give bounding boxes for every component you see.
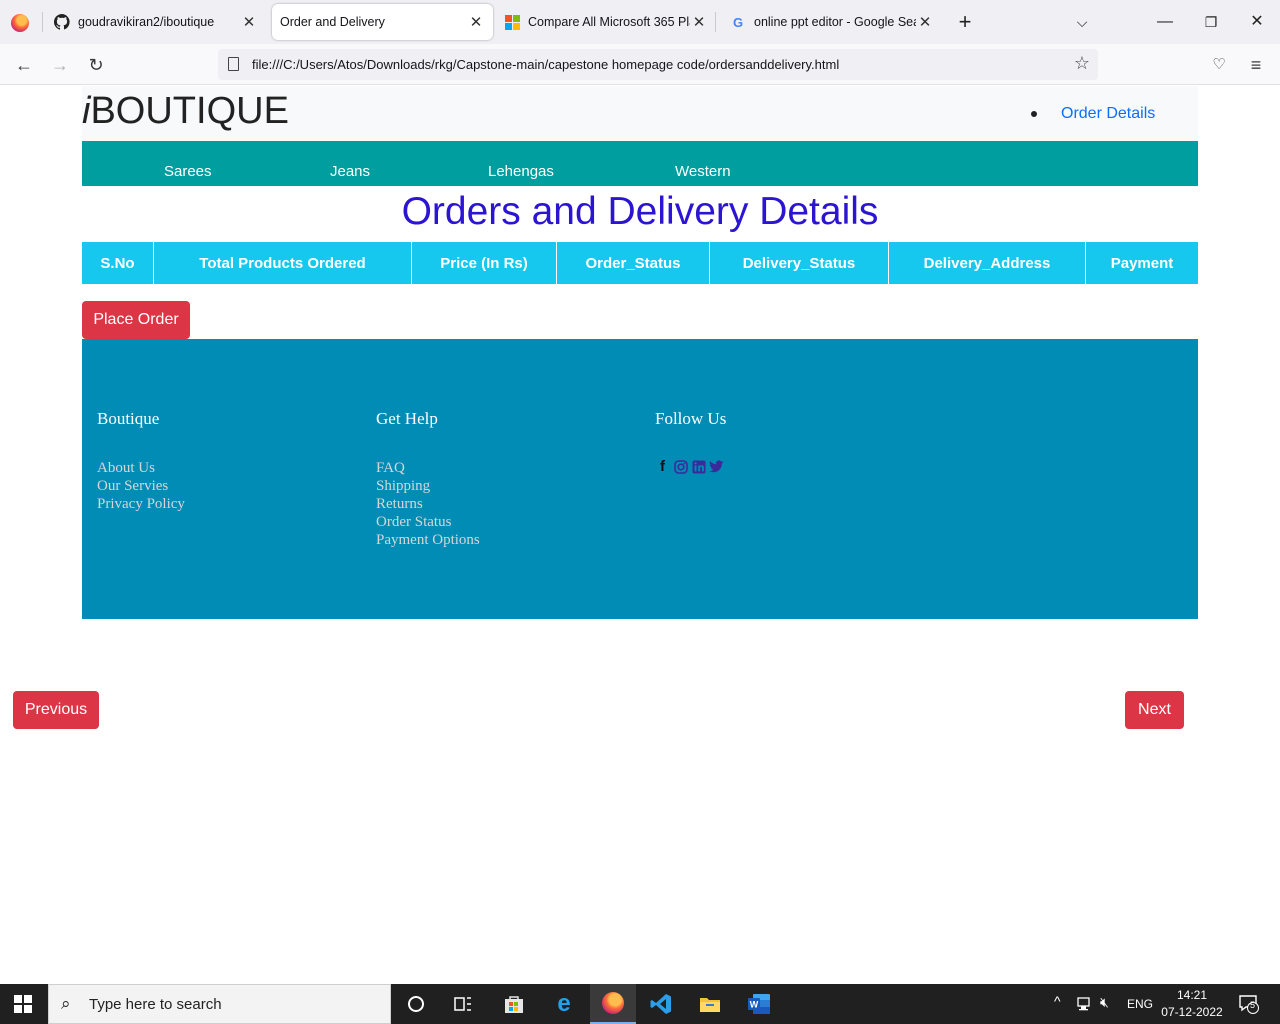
tab-microsoft[interactable]: Compare All Microsoft 365 Plans ✕	[500, 4, 712, 40]
close-window-icon[interactable]: ✕	[1242, 8, 1272, 36]
footer-heading: Boutique	[97, 409, 160, 428]
facebook-icon[interactable]: f	[655, 458, 670, 475]
word-icon[interactable]: W	[736, 984, 782, 1024]
footer-boutique-column: Boutique About Us Our Servies Privacy Po…	[97, 409, 185, 513]
order-details-link[interactable]: Order Details	[1061, 105, 1155, 123]
microsoft-icon	[504, 14, 520, 30]
tab-github[interactable]: goudravikiran2/iboutique ✕	[48, 4, 264, 40]
reload-icon[interactable]: ↻	[84, 53, 108, 77]
next-button[interactable]: Next	[1125, 691, 1184, 729]
notification-center-icon[interactable]: 5	[1238, 994, 1260, 1017]
back-icon[interactable]: ←	[12, 53, 36, 77]
footer-link-about-us[interactable]: About Us	[97, 459, 185, 477]
tab-order-and-delivery[interactable]: Order and Delivery ✕	[272, 4, 493, 40]
tab-title: goudravikiran2/iboutique	[78, 15, 215, 29]
web-page: iBOUTIQUE Order Details Sarees Jeans Leh…	[0, 86, 1280, 984]
twitter-icon[interactable]	[709, 459, 724, 474]
firefox-taskbar-icon[interactable]	[590, 984, 636, 1024]
vscode-icon[interactable]	[638, 984, 684, 1024]
tab-separator	[715, 12, 716, 32]
column-header: Payment	[1110, 254, 1174, 272]
network-icon[interactable]	[1076, 996, 1094, 1015]
microsoft-store-icon[interactable]	[491, 984, 537, 1024]
category-lehengas[interactable]: Lehengas	[488, 163, 554, 180]
column-header: S.No	[82, 242, 154, 284]
footer-link-order-status[interactable]: Order Status	[376, 513, 480, 531]
footer-follow-column: Follow Us f	[655, 409, 727, 475]
column-header: Order_Status	[557, 242, 710, 284]
footer-heading: Get Help	[376, 409, 438, 428]
search-icon: ⌕	[61, 994, 71, 1013]
bookmark-star-icon[interactable]: ☆	[1074, 53, 1090, 74]
google-icon: G	[732, 14, 744, 30]
footer-link-payment-options[interactable]: Payment Options	[376, 531, 480, 549]
category-western[interactable]: Western	[675, 163, 731, 180]
svg-text:W: W	[750, 1000, 759, 1010]
clock-date: 07-12-2022	[1161, 1005, 1223, 1019]
list-tabs-icon[interactable]: ⌵	[1067, 8, 1097, 36]
address-bar[interactable]: file:///C:/Users/Atos/Downloads/rkg/Caps…	[218, 49, 1098, 80]
tab-title: Compare All Microsoft 365 Plans	[528, 15, 690, 29]
taskbar-search-box[interactable]: ⌕ Type here to search	[48, 984, 391, 1024]
footer-heading: Follow Us	[655, 409, 727, 428]
pocket-icon[interactable]: ♡	[1207, 53, 1231, 77]
list-bullet	[1031, 111, 1037, 117]
previous-button[interactable]: Previous	[13, 691, 99, 729]
site-footer: Boutique About Us Our Servies Privacy Po…	[82, 339, 1198, 619]
firefox-icon[interactable]	[11, 14, 29, 32]
url-text[interactable]: file:///C:/Users/Atos/Downloads/rkg/Caps…	[252, 57, 839, 72]
footer-help-column: Get Help FAQ Shipping Returns Order Stat…	[376, 409, 480, 549]
show-hidden-icons[interactable]: ^	[1054, 993, 1061, 1009]
restore-icon[interactable]: ❐	[1196, 8, 1226, 36]
page-icon	[228, 57, 239, 71]
tab-title: Order and Delivery	[280, 15, 385, 29]
footer-link-returns[interactable]: Returns	[376, 495, 480, 513]
task-view-icon[interactable]	[440, 984, 486, 1024]
close-tab-icon[interactable]: ✕	[690, 13, 708, 31]
tab-google[interactable]: G online ppt editor - Google Search ✕	[724, 4, 940, 40]
github-icon	[54, 14, 70, 30]
column-header: Delivery_Address	[889, 242, 1086, 284]
browser-toolbar: ← → ↻ file:///C:/Users/Atos/Downloads/rk…	[0, 44, 1280, 85]
close-tab-icon[interactable]: ✕	[467, 13, 485, 31]
cortana-icon[interactable]	[393, 984, 439, 1024]
page-title: Orders and Delivery Details	[401, 190, 879, 233]
column-header: Delivery_Status	[710, 242, 889, 284]
minimize-icon[interactable]: —	[1150, 8, 1180, 36]
volume-muted-icon[interactable]: 🔇︎	[1100, 994, 1109, 1011]
language-indicator[interactable]: ENG	[1127, 997, 1153, 1011]
edge-icon[interactable]: e	[541, 984, 587, 1024]
windows-start-icon[interactable]	[14, 995, 32, 1013]
menu-icon[interactable]: ≡	[1244, 53, 1268, 77]
notification-count: 5	[1250, 1000, 1256, 1010]
place-order-button[interactable]: Place Order	[82, 301, 190, 339]
footer-link-faq[interactable]: FAQ	[376, 459, 480, 477]
close-tab-icon[interactable]: ✕	[916, 13, 934, 31]
tab-title: online ppt editor - Google Search	[754, 15, 916, 29]
column-header: Price (In Rs)	[412, 242, 557, 284]
taskbar-clock[interactable]: 14:21 07-12-2022	[1160, 987, 1224, 1021]
close-tab-icon[interactable]: ✕	[240, 13, 258, 31]
browser-tab-bar: goudravikiran2/iboutique ✕ Order and Del…	[0, 0, 1280, 44]
file-explorer-icon[interactable]	[687, 984, 733, 1024]
footer-link-services[interactable]: Our Servies	[97, 477, 185, 495]
category-nav: Sarees Jeans Lehengas Western	[82, 141, 1198, 186]
site-logo[interactable]: iBOUTIQUE	[82, 90, 289, 133]
site-header: iBOUTIQUE Order Details	[82, 86, 1198, 141]
forward-icon[interactable]: →	[48, 53, 72, 77]
category-sarees[interactable]: Sarees	[164, 163, 212, 180]
category-jeans[interactable]: Jeans	[330, 163, 370, 180]
footer-link-privacy[interactable]: Privacy Policy	[97, 495, 185, 513]
instagram-icon[interactable]	[673, 459, 688, 474]
footer-link-shipping[interactable]: Shipping	[376, 477, 480, 495]
new-tab-button[interactable]: +	[950, 8, 980, 36]
windows-taskbar: ⌕ Type here to search e W ^ 🔇︎ ENG 14:21…	[0, 984, 1280, 1024]
column-header: Total Products Ordered	[154, 242, 412, 284]
tab-separator	[42, 12, 43, 32]
linkedin-icon[interactable]	[691, 459, 706, 474]
search-placeholder: Type here to search	[89, 996, 222, 1013]
orders-table-header: S.No Total Products Ordered Price (In Rs…	[82, 242, 1198, 284]
clock-time: 14:21	[1176, 988, 1208, 1002]
